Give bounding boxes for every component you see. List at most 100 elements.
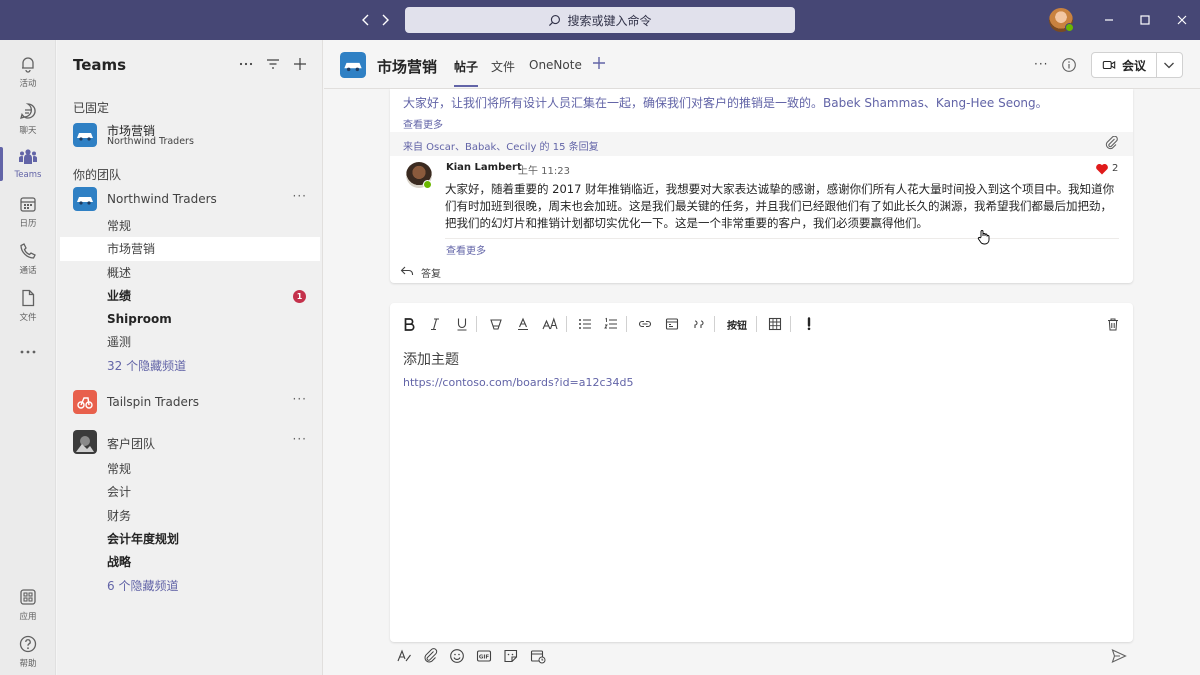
video-camera-icon [1102, 60, 1116, 70]
channel-item[interactable]: 常规 [60, 214, 320, 238]
toolbar-separator [566, 316, 567, 332]
reply-button[interactable]: 答复 [421, 265, 441, 280]
font-color-icon[interactable] [514, 315, 532, 333]
divider [445, 238, 1119, 239]
schedule-meeting-icon[interactable] [530, 648, 546, 664]
rail-calendar[interactable]: 日历 [0, 188, 56, 234]
rail-teams[interactable]: Teams [0, 141, 56, 187]
more-dots-icon [18, 342, 38, 362]
back-arrow-icon[interactable] [358, 12, 374, 28]
toolbar-separator [790, 316, 791, 332]
sticker-icon[interactable] [503, 648, 519, 664]
reply-arrow-icon[interactable] [400, 264, 414, 278]
team-customer-team[interactable]: 客户团队 ··· [73, 430, 313, 458]
send-icon[interactable] [1111, 648, 1127, 664]
team-logo-photo-icon [73, 430, 97, 454]
tab-files[interactable]: 文件 [491, 58, 515, 75]
rail-files[interactable]: 文件 [0, 282, 56, 328]
bullet-list-icon[interactable] [576, 315, 594, 333]
trash-icon[interactable] [1104, 315, 1122, 333]
channel-item[interactable]: 业绩 1 [60, 284, 320, 308]
rail-label: 聊天 [19, 126, 37, 136]
subject-field[interactable]: 添加主题 [403, 349, 459, 369]
rail-calls[interactable]: 通话 [0, 235, 56, 281]
rail-more-apps[interactable] [0, 336, 56, 382]
rail-apps[interactable]: 应用 [0, 581, 56, 627]
rail-label: 日历 [19, 219, 37, 229]
table-icon[interactable] [766, 315, 784, 333]
font-size-icon[interactable] [541, 315, 559, 333]
phone-icon [18, 241, 38, 261]
team-northwind-traders[interactable]: Northwind Traders ··· [73, 187, 313, 215]
meet-label: 会议 [1121, 58, 1146, 73]
meet-button[interactable]: 会议 [1091, 52, 1183, 78]
chevron-down-icon[interactable] [1162, 58, 1176, 72]
channel-item[interactable]: 战略 [60, 550, 320, 574]
channel-logo-car-icon [340, 52, 366, 78]
team-more-icon[interactable]: ··· [293, 432, 307, 446]
gif-icon[interactable]: GIF [476, 648, 492, 664]
more-options-icon[interactable]: ··· [1034, 57, 1048, 71]
team-tailspin-traders[interactable]: Tailspin Traders ··· [73, 390, 313, 418]
highlight-icon[interactable] [487, 315, 505, 333]
emoji-icon[interactable] [449, 648, 465, 664]
channel-item[interactable]: 概述 [60, 261, 320, 285]
search-input[interactable]: 搜索或键入命令 [405, 7, 795, 33]
minimize-icon[interactable] [1101, 12, 1117, 28]
add-team-icon[interactable] [292, 56, 308, 72]
pinned-channel-marketing[interactable]: 市场营销 Northwind Traders [73, 123, 313, 151]
channel-main: 市场营销 帖子 文件 OneNote ··· 会议 大家好，让我们将所有设计人员… [324, 40, 1200, 675]
hidden-channels-link[interactable]: 32 个隐藏频道 [60, 354, 320, 378]
rail-label: Teams [14, 170, 42, 180]
numbered-list-icon[interactable] [602, 315, 620, 333]
heart-icon[interactable] [1095, 162, 1109, 176]
compose-link[interactable]: https://contoso.com/boards?id=a12c34d5 [403, 376, 634, 389]
channel-item[interactable]: 财务 [60, 504, 320, 528]
forward-arrow-icon[interactable] [377, 12, 393, 28]
team-more-icon[interactable]: ··· [293, 189, 307, 203]
pinned-label: 已固定 [73, 101, 110, 115]
team-name: 客户团队 [107, 437, 156, 451]
code-snippet-icon[interactable] [663, 315, 681, 333]
reply-count-link[interactable]: 来自 Oscar、Babak、Cecily 的 15 条回复 [403, 138, 599, 153]
toolbar-separator [714, 316, 715, 332]
link-icon[interactable] [636, 315, 654, 333]
rail-activity[interactable]: 活动 [0, 48, 56, 94]
quote-icon[interactable] [690, 315, 708, 333]
bold-icon[interactable] [400, 315, 418, 333]
more-options-icon[interactable] [238, 56, 254, 72]
close-icon[interactable] [1174, 12, 1190, 28]
underline-icon[interactable] [453, 315, 471, 333]
attachment-icon[interactable] [1105, 136, 1119, 150]
tab-onenote[interactable]: OneNote [529, 58, 582, 72]
important-icon[interactable] [800, 315, 818, 333]
attach-icon[interactable] [423, 648, 439, 664]
tab-posts[interactable]: 帖子 [454, 58, 479, 87]
channel-item[interactable]: Shiproom [60, 307, 320, 331]
italic-icon[interactable] [426, 315, 444, 333]
rail-chat[interactable]: 聊天 [0, 95, 56, 141]
filter-icon[interactable] [265, 56, 281, 72]
add-tab-icon[interactable] [591, 55, 607, 71]
channel-item[interactable]: 常规 [60, 457, 320, 481]
reply-author[interactable]: Kian Lambert [446, 162, 522, 173]
channel-item[interactable]: 会计年度规划 [60, 527, 320, 551]
rail-help[interactable]: 帮助 [0, 628, 56, 674]
hand-cursor-icon [977, 229, 991, 245]
channel-item[interactable]: 遥测 [60, 330, 320, 354]
hidden-channels-link[interactable]: 6 个隐藏频道 [60, 574, 320, 598]
see-more-link[interactable]: 查看更多 [403, 116, 443, 131]
team-name: Tailspin Traders [107, 395, 200, 409]
insert-button-tool[interactable]: 按钮 [724, 315, 750, 333]
meet-now-button[interactable]: 会议 [1092, 53, 1157, 77]
pane-title: Teams [73, 56, 127, 74]
channel-item-selected[interactable]: 市场营销 [60, 237, 320, 261]
info-icon[interactable] [1061, 57, 1077, 73]
team-more-icon[interactable]: ··· [293, 392, 307, 406]
channel-header: 市场营销 帖子 文件 OneNote ··· 会议 [324, 40, 1200, 89]
see-more-link[interactable]: 查看更多 [446, 242, 486, 257]
teams-icon [18, 147, 38, 167]
maximize-icon[interactable] [1137, 12, 1153, 28]
channel-item[interactable]: 会计 [60, 480, 320, 504]
format-icon[interactable] [396, 648, 412, 664]
